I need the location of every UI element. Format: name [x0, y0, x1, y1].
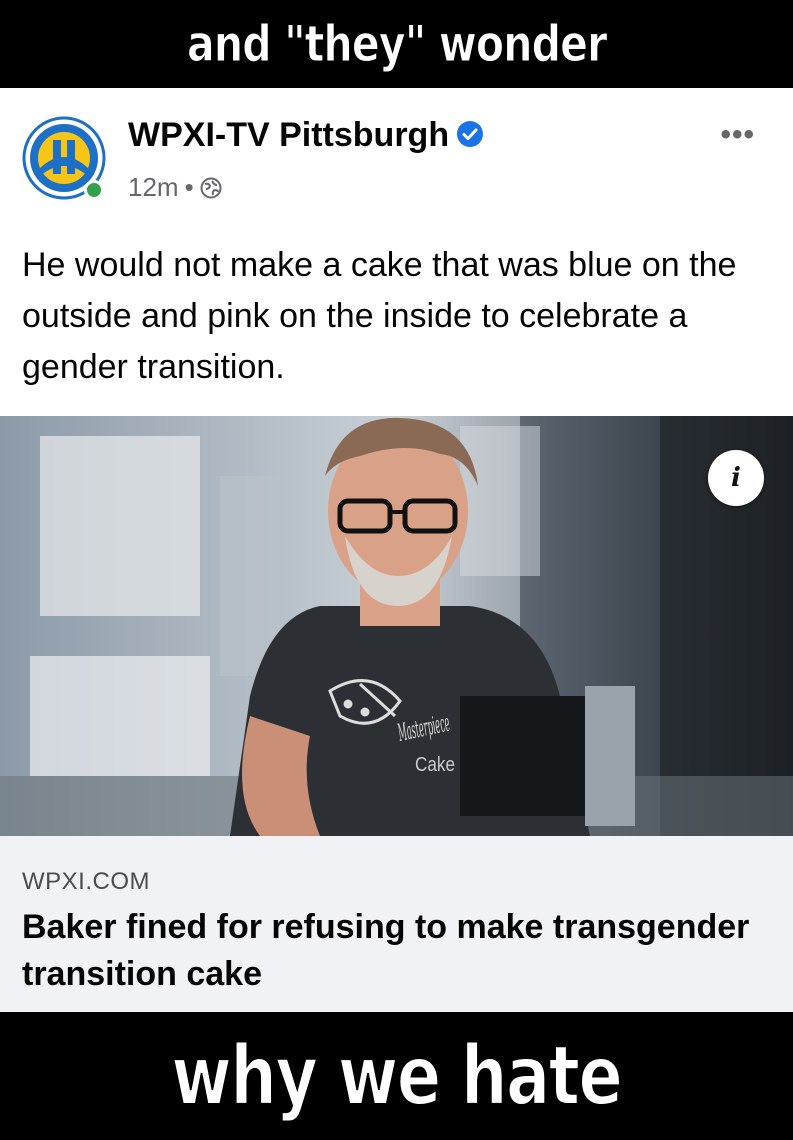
globe-icon: [200, 177, 222, 198]
more-options-button[interactable]: •••: [720, 118, 755, 152]
link-domain: WPXI.COM: [22, 868, 150, 895]
verified-badge-icon: [457, 121, 484, 148]
baker-photo-illustration: Masterpiece Cake: [0, 416, 793, 836]
post-header: WPXI-TV Pittsburgh 12m • •••: [0, 88, 793, 218]
page-name[interactable]: WPXI-TV Pittsburgh: [128, 116, 449, 154]
post-time[interactable]: 12m: [128, 172, 179, 203]
link-preview[interactable]: WPXI.COM Baker fined for refusing to mak…: [0, 836, 793, 1012]
online-status-dot: [84, 180, 104, 200]
meta-separator: •: [184, 172, 194, 202]
bottom-caption-band: why we hate: [0, 1012, 793, 1140]
shirt-text-line2: Cake: [415, 754, 455, 776]
facebook-post-card: WPXI-TV Pittsburgh 12m • ••• He would no…: [0, 88, 793, 1012]
post-photo[interactable]: Masterpiece Cake i: [0, 416, 793, 836]
link-headline[interactable]: Baker fined for refusing to make transge…: [22, 904, 762, 998]
bottom-caption: why we hate: [171, 1028, 624, 1125]
post-text: He would not make a cake that was blue o…: [22, 246, 737, 386]
photo-info-button[interactable]: i: [708, 450, 764, 506]
top-caption-band: and "they" wonder: [0, 0, 793, 88]
post-meta: 12m •: [128, 172, 222, 203]
top-caption: and "they" wonder: [186, 15, 607, 74]
page-name-row: WPXI-TV Pittsburgh: [128, 116, 484, 155]
